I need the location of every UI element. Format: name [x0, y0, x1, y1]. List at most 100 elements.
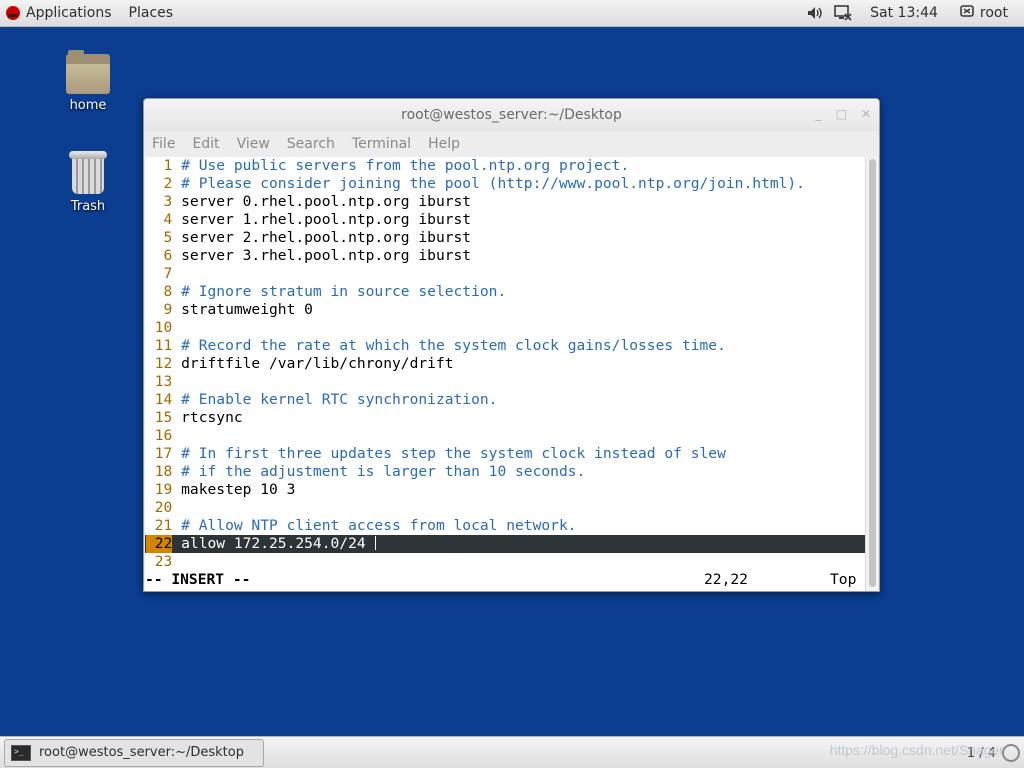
- terminal-menubar: File Edit View Search Terminal Help: [144, 131, 879, 157]
- editor-line: 1 # Use public servers from the pool.ntp…: [145, 157, 866, 175]
- line-text: rtcsync: [181, 409, 243, 426]
- applications-menu[interactable]: Applications: [6, 5, 123, 21]
- line-text: # In first three updates step the system…: [181, 445, 726, 462]
- volume-icon[interactable]: [806, 5, 824, 21]
- menu-view[interactable]: View: [237, 136, 270, 152]
- home-folder-icon: [66, 50, 110, 94]
- clock[interactable]: Sat 13:44: [870, 5, 938, 21]
- menu-search[interactable]: Search: [287, 136, 335, 152]
- user-menu[interactable]: root: [960, 5, 1008, 21]
- line-number: 12: [154, 355, 173, 372]
- editor-line: 20: [145, 499, 866, 517]
- editor-line: 23: [145, 553, 866, 571]
- editor-lines: 1 # Use public servers from the pool.ntp…: [145, 157, 866, 571]
- line-text: stratumweight 0: [181, 301, 313, 318]
- line-number: 7: [163, 265, 173, 282]
- terminal-content[interactable]: 1 # Use public servers from the pool.ntp…: [145, 157, 866, 591]
- terminal-icon: [11, 744, 31, 761]
- line-text: driftfile /var/lib/chrony/drift: [181, 355, 454, 372]
- line-number: 6: [163, 247, 173, 264]
- menu-help[interactable]: Help: [428, 136, 460, 152]
- line-text: # if the adjustment is larger than 10 se…: [181, 463, 586, 480]
- menu-edit[interactable]: Edit: [192, 136, 219, 152]
- line-number: 1: [163, 157, 173, 174]
- editor-line: 3 server 0.rhel.pool.ntp.org iburst: [145, 193, 866, 211]
- line-text: server 1.rhel.pool.ntp.org iburst: [181, 211, 472, 228]
- line-text: # Record the rate at which the system cl…: [181, 337, 726, 354]
- line-number: 21: [154, 517, 173, 534]
- editor-line: 15 rtcsync: [145, 409, 866, 427]
- desktop-icon-label: Trash: [70, 199, 106, 214]
- trash-icon: [69, 151, 107, 195]
- editor-line: 8 # Ignore stratum in source selection.: [145, 283, 866, 301]
- editor-line: 10: [145, 319, 866, 337]
- line-text: server 2.rhel.pool.ntp.org iburst: [181, 229, 472, 246]
- line-text: # Allow NTP client access from local net…: [181, 517, 577, 534]
- close-icon[interactable]: ✕: [861, 107, 871, 121]
- top-menu: Applications Places: [0, 0, 184, 26]
- editor-line: 18 # if the adjustment is larger than 10…: [145, 463, 866, 481]
- line-number: 18: [154, 463, 173, 480]
- network-icon[interactable]: [834, 5, 852, 21]
- line-text: # Please consider joining the pool (http…: [181, 175, 805, 192]
- line-text: makestep 10 3: [181, 481, 296, 498]
- line-text: server 0.rhel.pool.ntp.org iburst: [181, 193, 472, 210]
- system-tray: Sat 13:44 root: [806, 0, 1024, 26]
- line-number: 15: [154, 409, 173, 426]
- editor-line: 16: [145, 427, 866, 445]
- bottom-taskbar: root@westos_server:~/Desktop 1 / 4 https…: [0, 736, 1024, 768]
- editor-line: 4 server 1.rhel.pool.ntp.org iburst: [145, 211, 866, 229]
- watermark: https://blog.csdn.net/Snager: [829, 742, 1004, 758]
- line-number: 9: [163, 301, 173, 318]
- line-number: 14: [154, 391, 173, 408]
- line-number: 16: [154, 427, 173, 444]
- scrollbar-thumb[interactable]: [869, 159, 876, 587]
- desktop-icon-home[interactable]: home: [48, 50, 128, 113]
- minimize-icon[interactable]: _: [816, 107, 822, 121]
- editor-line: 12 driftfile /var/lib/chrony/drift: [145, 355, 866, 373]
- window-title: root@westos_server:~/Desktop: [401, 107, 622, 123]
- line-number: 23: [154, 553, 173, 570]
- editor-line: 9 stratumweight 0: [145, 301, 866, 319]
- applications-label: Applications: [26, 5, 112, 21]
- maximize-icon[interactable]: □: [836, 107, 847, 121]
- line-text: # Enable kernel RTC synchronization.: [181, 391, 498, 408]
- menu-terminal[interactable]: Terminal: [352, 136, 411, 152]
- desktop-icon-label: home: [69, 98, 107, 113]
- places-menu[interactable]: Places: [123, 5, 185, 21]
- line-number: 10: [154, 319, 173, 336]
- user-icon: [960, 5, 974, 21]
- line-number: 17: [154, 445, 173, 462]
- cursor-position: 22,22: [704, 571, 748, 588]
- line-number: 8: [163, 283, 173, 300]
- line-number: 20: [154, 499, 173, 516]
- taskbar-terminal-button[interactable]: root@westos_server:~/Desktop: [4, 738, 264, 767]
- editor-line: 17 # In first three updates step the sys…: [145, 445, 866, 463]
- workspace-indicator-icon: [1002, 744, 1020, 762]
- scroll-position: Top: [830, 571, 857, 588]
- line-number: 5: [163, 229, 173, 246]
- line-number: 2: [163, 175, 173, 192]
- desktop-icon-trash[interactable]: Trash: [48, 151, 128, 214]
- terminal-window: root@westos_server:~/Desktop _ □ ✕ File …: [143, 98, 880, 592]
- editor-line: 22 allow 172.25.254.0/24: [145, 535, 866, 553]
- window-titlebar[interactable]: root@westos_server:~/Desktop _ □ ✕: [144, 99, 879, 131]
- line-text: # Ignore stratum in source selection.: [181, 283, 507, 300]
- editor-line: 2 # Please consider joining the pool (ht…: [145, 175, 866, 193]
- line-number: 13: [154, 373, 173, 390]
- editor-line: 19 makestep 10 3: [145, 481, 866, 499]
- menu-file[interactable]: File: [152, 136, 175, 152]
- line-number: 11: [154, 337, 173, 354]
- editor-line: 5 server 2.rhel.pool.ntp.org iburst: [145, 229, 866, 247]
- line-number: 19: [154, 481, 173, 498]
- line-number: 22: [146, 535, 173, 553]
- line-text: allow 172.25.254.0/24: [181, 535, 366, 552]
- editor-line: 13: [145, 373, 866, 391]
- user-label: root: [979, 5, 1008, 21]
- vim-mode: -- INSERT --: [145, 571, 251, 588]
- window-controls: _ □ ✕: [816, 107, 871, 121]
- terminal-scrollbar[interactable]: [865, 157, 878, 591]
- text-cursor: [374, 536, 376, 550]
- line-text: server 3.rhel.pool.ntp.org iburst: [181, 247, 472, 264]
- editor-line: 14 # Enable kernel RTC synchronization.: [145, 391, 866, 409]
